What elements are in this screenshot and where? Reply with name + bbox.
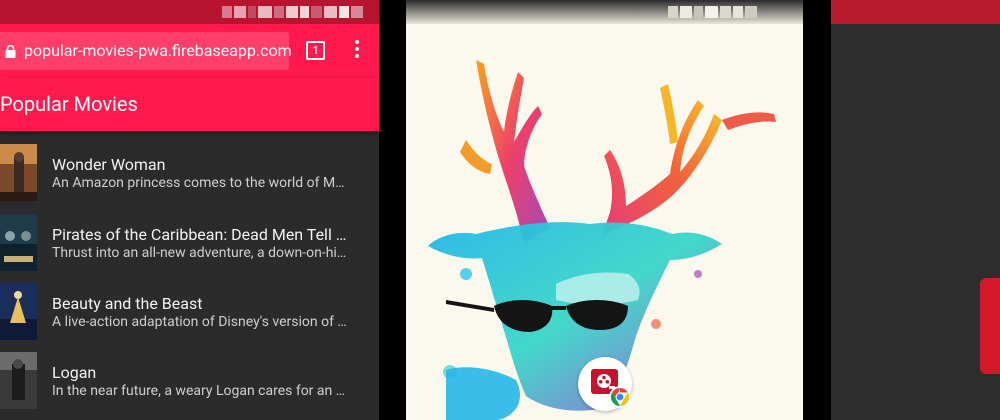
movie-poster — [0, 144, 37, 201]
list-item[interactable]: Logan In the near future, a weary Logan … — [0, 339, 379, 409]
movie-title: Beauty and the Beast — [52, 294, 203, 313]
movie-poster — [0, 352, 37, 409]
list-item[interactable]: Pirates of the Caribbean: Dead Men Tell … — [0, 201, 379, 271]
url-text[interactable]: popular-movies-pwa.firebaseapp.com — [24, 41, 292, 60]
browser-toolbar: popular-movies-pwa.firebaseapp.com 1 — [0, 24, 379, 78]
list-item[interactable]: Wonder Woman An Amazon princess comes to… — [0, 131, 379, 201]
page-title: Popular Movies — [0, 92, 138, 116]
chrome-icon — [609, 386, 631, 408]
movie-title: Logan — [52, 363, 97, 382]
url-bar[interactable]: popular-movies-pwa.firebaseapp.com — [0, 32, 292, 70]
overflow-menu-icon[interactable] — [353, 40, 361, 62]
movie-title: Pirates of the Caribbean: Dead Men Tell … — [52, 225, 350, 244]
app-bar: Popular Movies — [0, 78, 379, 131]
home-screen — [406, 0, 803, 420]
app-screen — [831, 0, 1000, 420]
movie-description: Thrust into an all-new adventure, a down… — [52, 245, 350, 261]
status-clock — [300, 6, 363, 18]
movie-description: A live-action adaptation of Disney's ver… — [52, 314, 350, 330]
list-item[interactable]: Beauty and the Beast A live-action adapt… — [0, 270, 379, 340]
status-icons — [222, 6, 298, 18]
movie-poster — [0, 214, 37, 271]
status-bar — [0, 0, 379, 24]
movie-description: An Amazon princess comes to the world of… — [52, 175, 350, 191]
movie-description: In the near future, a weary Logan cares … — [52, 383, 350, 399]
status-bar — [406, 0, 803, 24]
status-bar — [831, 0, 1000, 24]
status-icons — [668, 6, 757, 18]
movie-poster — [0, 283, 37, 340]
browser-screen: popular-movies-pwa.firebaseapp.com 1 Pop… — [0, 0, 379, 420]
lock-icon — [5, 45, 16, 58]
tabs-icon[interactable]: 1 — [306, 41, 325, 60]
side-panel-handle[interactable] — [980, 278, 1000, 374]
movie-title: Wonder Woman — [52, 155, 166, 174]
